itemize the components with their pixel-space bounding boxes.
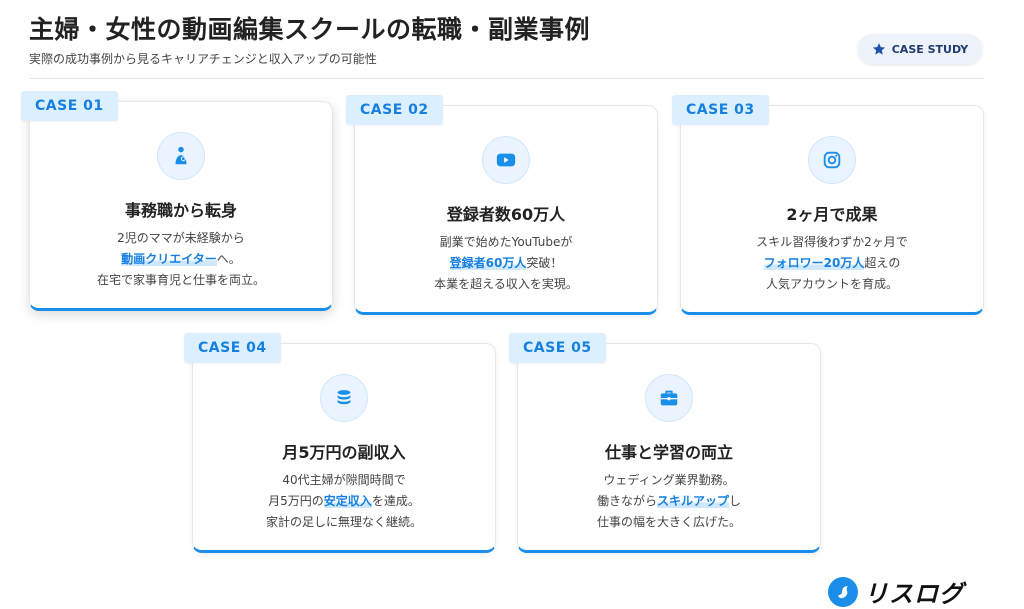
case-card-02: 登録者数60万人 副業で始めたYouTubeが 登録者60万人突破！ 本業を超え… [354, 105, 658, 315]
page-title: 主婦・女性の動画編集スクールの転職・副業事例 [29, 15, 591, 44]
case-tag: CASE 01 [21, 91, 118, 121]
icon-badge [808, 136, 856, 184]
description-text: へ。 [216, 252, 241, 266]
description-line: 登録者60万人突破！ [355, 253, 657, 274]
highlight-text: 登録者60万人 [449, 256, 527, 270]
case-tag: CASE 05 [509, 333, 606, 363]
icon-badge [645, 374, 693, 422]
description-line: 2児のママが未経験から [117, 231, 245, 245]
highlight-text: 動画クリエイター [121, 252, 217, 266]
description-line: 動画クリエイターへ。 [30, 249, 332, 270]
highlight-text: 安定収入 [323, 494, 372, 508]
icon-badge [482, 136, 530, 184]
site-logo[interactable]: リスログ [828, 574, 964, 609]
description-text: 突破！ [526, 256, 563, 270]
description-line: 仕事の幅を大きく広げた。 [596, 515, 741, 529]
youtube-icon [496, 153, 516, 167]
case-tag: CASE 03 [672, 95, 769, 125]
case-description: スキル習得後わずか2ヶ月で フォロワー20万人超えの 人気アカウントを育成。 [681, 232, 983, 295]
case-title: 仕事と学習の両立 [604, 443, 733, 462]
case-card-04: 月5万円の副収入 40代主婦が隙間時間で 月5万円の安定収入を達成。 家計の足し… [192, 343, 496, 553]
case-description: 副業で始めたYouTubeが 登録者60万人突破！ 本業を超える収入を実現。 [355, 232, 657, 295]
coins-icon [337, 390, 351, 405]
star-icon [872, 43, 885, 55]
description-line: 副業で始めたYouTubeが [439, 235, 573, 249]
description-text: 月5万円の [268, 494, 324, 508]
case-title: 月5万円の副収入 [282, 443, 406, 462]
description-line: 家計の足しに無理なく継続。 [265, 515, 422, 529]
highlight-text: フォロワー20万人 [763, 256, 865, 270]
case-tag: CASE 02 [346, 95, 443, 125]
header-divider [29, 78, 984, 79]
description-line: 40代主婦が隙間時間で [282, 473, 406, 487]
mother-child-icon [175, 146, 187, 165]
case-title: 2ヶ月で成果 [786, 205, 878, 224]
description-line: 人気アカウントを育成。 [765, 277, 898, 291]
case-card-03: 2ヶ月で成果 スキル習得後わずか2ヶ月で フォロワー20万人超えの 人気アカウン… [680, 105, 984, 315]
highlight-text: スキルアップ [656, 494, 729, 508]
logo-mark-icon [828, 576, 858, 607]
case-description: 2児のママが未経験から 動画クリエイターへ。 在宅で家事育児と仕事を両立。 [30, 228, 332, 291]
case-description: ウェディング業界勤務。 働きながらスキルアップし 仕事の幅を大きく広げた。 [518, 470, 820, 533]
case-description: 40代主婦が隙間時間で 月5万円の安定収入を達成。 家計の足しに無理なく継続。 [193, 470, 495, 533]
case-tag: CASE 04 [184, 333, 281, 363]
case-card-01: 事務職から転身 2児のママが未経験から 動画クリエイターへ。 在宅で家事育児と仕… [29, 101, 333, 311]
description-line: 在宅で家事育児と仕事を両立。 [96, 273, 265, 287]
case-title: 事務職から転身 [124, 201, 237, 220]
icon-badge [157, 132, 205, 180]
page-subtitle: 実際の成功事例から見るキャリアチェンジと収入アップの可能性 [29, 52, 377, 66]
description-line: フォロワー20万人超えの [681, 253, 983, 274]
description-line: 月5万円の安定収入を達成。 [193, 491, 495, 512]
description-line: ウェディング業界勤務。 [603, 473, 735, 487]
description-text: し [729, 494, 742, 508]
description-text: 超えの [864, 256, 901, 270]
description-line: 本業を超える収入を実現。 [434, 277, 578, 291]
case-study-badge: CASE STUDY [858, 34, 982, 64]
description-line: スキル習得後わずか2ヶ月で [756, 235, 908, 249]
case-title: 登録者数60万人 [446, 205, 566, 224]
briefcase-icon [660, 390, 678, 406]
description-text: 働きながら [596, 494, 657, 508]
description-text: を達成。 [371, 494, 420, 508]
instagram-icon [823, 151, 841, 169]
description-line: 働きながらスキルアップし [518, 491, 820, 512]
case-card-05: 仕事と学習の両立 ウェディング業界勤務。 働きながらスキルアップし 仕事の幅を大… [517, 343, 821, 553]
case-study-label: CASE STUDY [891, 42, 969, 56]
logo-text: リスログ [864, 580, 964, 608]
icon-badge [320, 374, 368, 422]
